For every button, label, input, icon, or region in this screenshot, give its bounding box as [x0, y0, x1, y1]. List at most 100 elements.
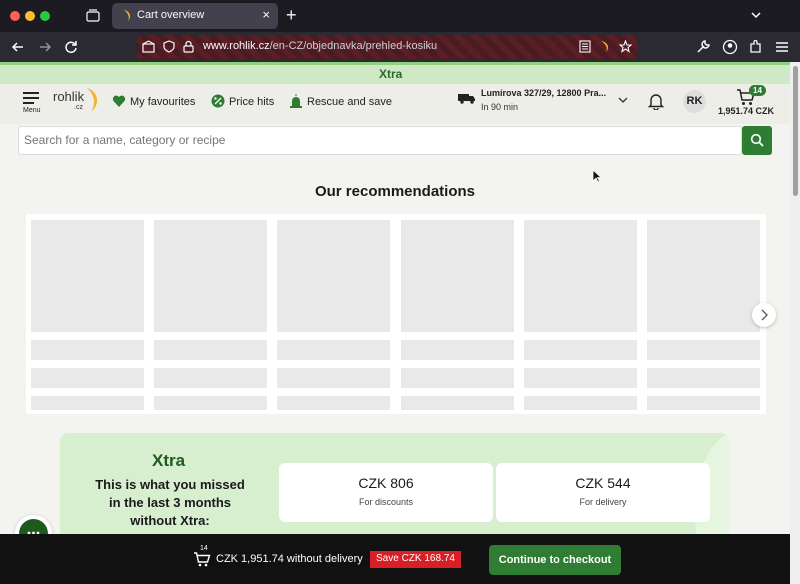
- app-menu-icon[interactable]: [774, 39, 790, 55]
- search-icon: [750, 133, 764, 147]
- product-image-placeholder: [524, 220, 637, 332]
- menu-bar-icon: [23, 97, 39, 99]
- menu-bar-icon: [23, 92, 39, 94]
- recommendations-carousel: [26, 214, 766, 414]
- logo-suffix: .cz: [74, 104, 83, 111]
- carousel-next-button[interactable]: [752, 303, 776, 327]
- logo-text[interactable]: rohlik: [53, 89, 84, 104]
- rohlik-logo-icon[interactable]: [84, 87, 100, 113]
- product-line-placeholder: [647, 368, 760, 388]
- product-line-placeholder: [277, 368, 390, 388]
- url-text[interactable]: www.rohlik.cz/en-CZ/objednavka/prehled-k…: [203, 40, 437, 52]
- siren-icon: [290, 94, 302, 108]
- checkout-total: CZK 1,951.74 without delivery: [216, 553, 363, 565]
- product-line-placeholder: [277, 396, 390, 410]
- lock-icon[interactable]: [183, 40, 194, 53]
- product-card-placeholder[interactable]: [524, 220, 637, 410]
- nav-price-hits[interactable]: Price hits: [211, 94, 274, 108]
- product-line-placeholder: [524, 396, 637, 410]
- search-input[interactable]: [24, 133, 724, 147]
- product-image-placeholder: [401, 220, 514, 332]
- page-scrollbar[interactable]: [790, 62, 800, 584]
- delivery-time: In 90 min: [481, 102, 519, 112]
- product-line-placeholder: [647, 396, 760, 410]
- nav-rescue-and-save[interactable]: Rescue and save: [289, 94, 392, 108]
- minimize-window-button[interactable]: [25, 11, 35, 21]
- checkout-bar: 14 CZK 1,951.74 without delivery Save CZ…: [0, 534, 790, 584]
- continue-to-checkout-button[interactable]: Continue to checkout: [489, 545, 621, 575]
- cart-icon: [194, 552, 211, 567]
- scrollbar-thumb[interactable]: [793, 66, 798, 196]
- xtra-label: For discounts: [358, 497, 414, 507]
- product-line-placeholder: [31, 340, 144, 360]
- product-line-placeholder: [401, 396, 514, 410]
- site-header: Menu rohlik .cz My favourites Price hits…: [0, 84, 790, 124]
- tab-cart-overview[interactable]: Cart overview ×: [112, 3, 278, 29]
- heart-icon: [112, 95, 126, 107]
- new-tab-icon[interactable]: +: [286, 5, 297, 25]
- product-line-placeholder: [31, 396, 144, 410]
- menu-label: Menu: [23, 107, 41, 114]
- product-card-placeholder[interactable]: [277, 220, 390, 410]
- product-line-placeholder: [154, 368, 267, 388]
- product-line-placeholder: [154, 340, 267, 360]
- chevron-down-icon: [618, 97, 628, 103]
- xtra-delivery-card: CZK 544 For delivery: [496, 463, 710, 522]
- cart-count-badge: 14: [749, 85, 766, 96]
- reader-view-icon[interactable]: [579, 40, 591, 53]
- rohlik-favicon-icon: [124, 10, 131, 21]
- chevron-right-icon: [761, 309, 768, 321]
- product-card-placeholder[interactable]: [647, 220, 760, 410]
- list-tabs-chevron-icon[interactable]: [750, 9, 762, 21]
- extensions-icon[interactable]: [748, 39, 764, 55]
- site-info-icon[interactable]: [142, 40, 155, 53]
- close-tab-icon[interactable]: ×: [262, 8, 270, 22]
- product-line-placeholder: [277, 340, 390, 360]
- menu-button[interactable]: Menu: [23, 92, 43, 114]
- xtra-discount-card: CZK 806 For discounts: [279, 463, 493, 522]
- product-card-placeholder[interactable]: [401, 220, 514, 410]
- search-bar: [18, 126, 742, 155]
- menu-bar-icon: [23, 102, 34, 104]
- user-avatar[interactable]: RK: [683, 90, 706, 113]
- nav-label: My favourites: [130, 96, 196, 108]
- account-icon[interactable]: [722, 39, 738, 55]
- xtra-label: For delivery: [579, 497, 627, 507]
- xtra-amount: CZK 544: [575, 475, 631, 491]
- url-bar[interactable]: www.rohlik.cz/en-CZ/objednavka/prehled-k…: [137, 35, 637, 59]
- notifications-bell-icon[interactable]: [648, 92, 664, 110]
- reload-icon[interactable]: [63, 39, 79, 55]
- checkout-item-count: 14: [200, 545, 208, 552]
- xtra-banner[interactable]: Xtra: [0, 62, 790, 84]
- xtra-amount: CZK 806: [358, 475, 414, 491]
- cart-total[interactable]: 1,951.74 CZK: [718, 106, 774, 116]
- nav-label: Price hits: [229, 96, 275, 108]
- product-line-placeholder: [401, 368, 514, 388]
- shield-icon[interactable]: [163, 40, 175, 53]
- forward-arrow-icon[interactable]: [37, 39, 53, 55]
- nav-label: Rescue and save: [307, 96, 392, 108]
- mouse-pointer-icon: [592, 169, 602, 183]
- bookmark-star-icon[interactable]: [619, 40, 632, 53]
- tab-overview-icon[interactable]: [86, 9, 100, 22]
- product-image-placeholder: [647, 220, 760, 332]
- wrench-icon[interactable]: [695, 39, 711, 55]
- product-card-placeholder[interactable]: [31, 220, 144, 410]
- savings-badge: Save CZK 168.74: [370, 551, 461, 568]
- product-image-placeholder: [277, 220, 390, 332]
- nav-my-favourites[interactable]: My favourites: [112, 94, 195, 108]
- product-card-placeholder[interactable]: [154, 220, 267, 410]
- search-button[interactable]: [742, 126, 772, 155]
- xtra-logo: Xtra: [152, 451, 186, 470]
- rohlik-extension-icon[interactable]: [598, 40, 611, 53]
- browser-nav-bar: www.rohlik.cz/en-CZ/objednavka/prehled-k…: [0, 32, 800, 62]
- product-line-placeholder: [401, 340, 514, 360]
- page-content: Xtra Menu rohlik .cz My favourites Price…: [0, 62, 790, 584]
- tab-title: Cart overview: [137, 9, 205, 21]
- delivery-address: Lumírova 327/29, 12800 Pra...: [481, 88, 607, 98]
- maximize-window-button[interactable]: [40, 11, 50, 21]
- close-window-button[interactable]: [10, 11, 20, 21]
- product-line-placeholder: [154, 396, 267, 410]
- back-arrow-icon[interactable]: [10, 39, 26, 55]
- xtra-banner-label: Xtra: [379, 67, 403, 81]
